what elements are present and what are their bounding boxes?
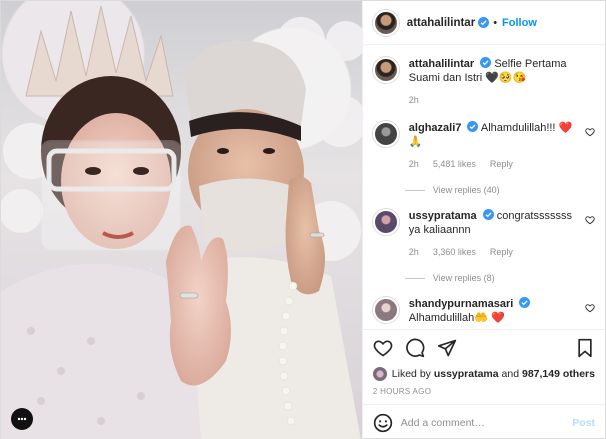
caption-username[interactable]: attahalilintar xyxy=(409,58,474,70)
comment-input[interactable] xyxy=(400,416,573,429)
follow-button[interactable]: Follow xyxy=(502,17,537,29)
bookmark-icon[interactable] xyxy=(575,338,595,358)
post-timestamp: 2 HOURS AGO xyxy=(372,387,432,396)
header-separator: • xyxy=(493,16,498,29)
avatar[interactable] xyxy=(372,9,399,36)
comment-username[interactable]: alghazali7 xyxy=(409,122,462,134)
verified-badge-icon xyxy=(480,57,492,68)
header-username[interactable]: attahalilintar xyxy=(407,17,475,29)
share-icon[interactable] xyxy=(437,338,457,358)
reply-button[interactable]: Reply xyxy=(490,245,513,259)
add-comment-bar: Post xyxy=(362,404,605,439)
verified-badge-icon xyxy=(478,17,490,28)
like-comment-icon[interactable] xyxy=(585,127,595,137)
emoji-icon[interactable] xyxy=(373,413,393,433)
post-header: attahalilintar • Follow xyxy=(362,1,605,45)
view-replies-button[interactable]: View replies (8) xyxy=(405,273,595,283)
comment-text: Alhamdulillah🤲 ❤️ xyxy=(408,312,505,324)
post-actions xyxy=(362,329,605,365)
avatar[interactable] xyxy=(372,367,387,381)
more-options-icon[interactable] xyxy=(11,408,33,430)
caption-time: 2h xyxy=(408,95,419,105)
view-replies-button[interactable]: View replies (40) xyxy=(405,185,595,195)
verified-badge-icon xyxy=(467,121,479,132)
comment: alghazali7 Alhamdulillah!!! ❤️🙏 2h 5,481… xyxy=(372,121,595,171)
heart-icon[interactable] xyxy=(373,338,393,358)
liked-by-user[interactable]: ussypratama xyxy=(434,368,499,380)
avatar[interactable] xyxy=(372,209,399,235)
avatar[interactable] xyxy=(372,297,399,323)
likes-mid: and xyxy=(501,368,520,380)
comment: ussypratama congratsssssss ya kaliaannn … xyxy=(372,209,595,259)
couple-selfie-illustration xyxy=(1,5,362,439)
post-button[interactable]: Post xyxy=(572,417,595,429)
reply-button[interactable]: Reply xyxy=(490,157,513,171)
comment-icon[interactable] xyxy=(405,338,425,358)
likes-count[interactable]: 987,149 others xyxy=(522,368,595,380)
comments-list[interactable]: attahalilintar Selfie Pertama Suami dan … xyxy=(363,45,605,329)
instagram-post: attahalilintar • Follow attahalilintar S… xyxy=(0,0,606,439)
comment-username[interactable]: ussypratama xyxy=(409,210,477,222)
comment-likes[interactable]: 3,360 likes xyxy=(433,245,476,259)
comment-username[interactable]: shandypurnamasari xyxy=(409,298,514,310)
like-comment-icon[interactable] xyxy=(585,303,595,313)
verified-badge-icon xyxy=(519,297,531,308)
comment-likes[interactable]: 5,481 likes xyxy=(433,157,476,171)
verified-badge-icon xyxy=(482,209,494,220)
like-comment-icon[interactable] xyxy=(585,215,595,225)
caption: attahalilintar Selfie Pertama Suami dan … xyxy=(372,57,595,107)
likes-summary: Liked by ussypratama and 987,149 others xyxy=(363,367,605,381)
post-photo[interactable] xyxy=(1,1,362,439)
comment: shandypurnamasari Alhamdulillah🤲 ❤️ xyxy=(372,297,595,325)
comment-time: 2h xyxy=(408,159,419,169)
post-sidebar: attahalilintar • Follow attahalilintar S… xyxy=(361,1,605,439)
comment-time: 2h xyxy=(408,247,419,257)
avatar[interactable] xyxy=(372,57,399,83)
likes-prefix: Liked by xyxy=(391,368,431,380)
avatar[interactable] xyxy=(372,121,399,147)
